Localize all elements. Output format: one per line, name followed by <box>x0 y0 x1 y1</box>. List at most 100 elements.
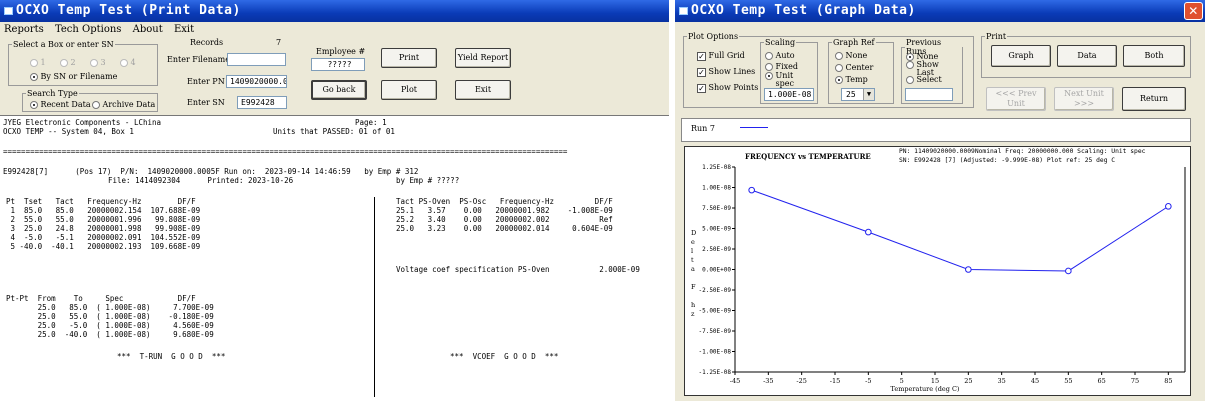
x-tick-label: 45 <box>1031 377 1039 385</box>
report-unit-line: E992428[7] (Pos 17) P/N: 1409020000.0005… <box>3 167 419 176</box>
select-box-legend: Select a Box or enter SN <box>13 40 114 49</box>
voltage-table-header: Tact PS-Oven PS-Osc Frequency-Hz DF/F <box>396 197 613 206</box>
recent-data-radio[interactable]: Recent Data <box>30 100 91 109</box>
show-points-checkbox[interactable]: ✓ Show Points <box>697 83 758 93</box>
menu-tech-options[interactable]: Tech Options <box>55 24 121 35</box>
scaling-legend: Scaling <box>765 38 796 47</box>
y-tick-label: 2.50E-09 <box>702 246 731 253</box>
yield-report-button[interactable]: Yield Report <box>455 48 511 68</box>
print-graph-button[interactable]: Graph <box>991 45 1051 67</box>
data-point <box>865 228 872 236</box>
employee-label: Employee # <box>316 47 366 56</box>
graph-canvas: FREQUENCY vs TEMPERATURE PN: 11409020000… <box>684 146 1191 396</box>
table-row: 25.0 85.0 ( 1.000E-08) 7.700E-09 <box>6 303 214 312</box>
data-point <box>748 186 755 194</box>
full-grid-checkbox[interactable]: ✓ Full Grid <box>697 51 745 61</box>
ptpt-table-header: Pt-Pt From To Spec DF/F <box>6 294 196 303</box>
x-tick-label: 75 <box>1131 377 1139 385</box>
x-tick-label: 25 <box>964 377 972 385</box>
x-tick-label: 5 <box>900 377 904 385</box>
box-slot-3[interactable]: 3 <box>90 58 106 67</box>
y-tick-label: 0.00E+00 <box>702 267 731 274</box>
menu-bar: Reports Tech Options About Exit <box>0 22 669 38</box>
scaling-auto-radio[interactable]: Auto <box>765 51 795 60</box>
report-company-line: JYEG Electronic Components - LChina <box>3 118 162 127</box>
print-window-titlebar[interactable]: OCXO Temp Test (Print Data) <box>0 0 669 22</box>
y-tick-label: 1.00E-08 <box>702 185 731 192</box>
y-tick-label: -7.50E-09 <box>698 328 731 335</box>
graph-ref-none-radio[interactable]: None <box>835 51 867 60</box>
print-both-button[interactable]: Both <box>1123 45 1185 67</box>
y-tick-label: 7.50E-09 <box>702 205 731 212</box>
y-tick-label: -5.00E-09 <box>698 308 731 315</box>
records-value: 7 <box>276 38 282 47</box>
exit-button[interactable]: Exit <box>455 80 511 100</box>
previous-runs-input[interactable] <box>905 88 953 101</box>
table-row: 5 -40.0 -40.1 20000002.193 109.668E-09 <box>6 242 201 251</box>
filename-input[interactable] <box>227 53 286 66</box>
y-tick-label: 5.00E-09 <box>702 226 731 233</box>
sn-input[interactable]: E992428 <box>237 96 287 109</box>
report-rule: ========================================… <box>3 147 568 156</box>
graph-ref-center-radio[interactable]: Center <box>835 63 873 72</box>
report-passed-line: Units that PASSED: 01 of 01 <box>273 127 395 136</box>
run-line-swatch <box>740 127 768 128</box>
chevron-down-icon[interactable]: ▼ <box>863 89 874 100</box>
print-data-window: OCXO Temp Test (Print Data) Reports Tech… <box>0 0 669 401</box>
menu-reports[interactable]: Reports <box>4 24 44 35</box>
return-button[interactable]: Return <box>1122 87 1186 111</box>
plot-options-legend: Plot Options <box>688 32 739 41</box>
y-axis-label-letter: D <box>691 229 696 237</box>
print-data-button[interactable]: Data <box>1057 45 1117 67</box>
go-back-button[interactable]: Go back <box>311 80 367 100</box>
archive-data-radio[interactable]: Archive Data <box>92 100 155 109</box>
box-slot-1[interactable]: 1 <box>30 58 46 67</box>
graph-ref-temp-value: 25 <box>846 90 856 99</box>
graph-window-titlebar[interactable]: OCXO Temp Test (Graph Data) ✕ <box>675 0 1205 22</box>
table-row: 25.1 3.57 0.00 20000001.982 -1.008E-09 <box>396 206 613 215</box>
table-row: 25.0 -5.0 ( 1.000E-08) 4.560E-09 <box>6 321 214 330</box>
enter-pn-label: Enter PN <box>187 77 225 86</box>
report-divider <box>374 197 375 397</box>
run-label: Run 7 <box>691 124 715 133</box>
box-slot-4[interactable]: 4 <box>120 58 136 67</box>
x-tick-label: -45 <box>730 377 740 385</box>
x-tick-label: 85 <box>1164 377 1172 385</box>
print-window-title: OCXO Temp Test (Print Data) <box>16 3 241 18</box>
scaling-value-input[interactable]: 1.000E-08 <box>764 88 814 101</box>
table-row: 25.2 3.40 0.00 20000002.002 Ref <box>396 215 613 224</box>
y-tick-label: -1.25E-08 <box>698 369 731 376</box>
y-axis-label-letter: t <box>691 256 694 264</box>
enter-sn-label: Enter SN <box>187 98 225 107</box>
y-axis-label-letter: h <box>691 301 695 309</box>
x-tick-label: -25 <box>796 377 806 385</box>
frequency-temperature-chart: FREQUENCY vs TEMPERATURE PN: 11409020000… <box>691 148 1186 393</box>
report-file-line: File: 1414092304 Printed: 2023-10-26 <box>108 176 294 185</box>
x-tick-label: -15 <box>830 377 840 385</box>
y-tick-label: 1.25E-08 <box>702 164 731 171</box>
scaling-unit-spec-radio[interactable]: Unit spec <box>765 72 798 88</box>
menu-about[interactable]: About <box>133 24 163 35</box>
box-slot-2[interactable]: 2 <box>60 58 76 67</box>
scaling-fixed-radio[interactable]: Fixed <box>765 62 798 71</box>
print-button[interactable]: Print <box>381 48 437 68</box>
search-type-legend: Search Type <box>27 89 78 98</box>
plot-button[interactable]: Plot <box>381 80 437 100</box>
close-icon[interactable]: ✕ <box>1184 2 1203 20</box>
previous-runs-select-radio[interactable]: Select <box>906 75 942 84</box>
table-row: 25.0 -40.0 ( 1.000E-08) 9.680E-09 <box>6 330 214 339</box>
employee-input[interactable]: ????? <box>311 58 365 71</box>
graph-ref-temp-select[interactable]: 25 ▼ <box>841 88 875 101</box>
next-unit-button[interactable]: Next Unit >>> <box>1054 87 1114 111</box>
report-by-emp2: by Emp # ????? <box>396 176 460 185</box>
menu-exit[interactable]: Exit <box>174 24 194 35</box>
by-sn-radio[interactable]: By SN or Filename <box>30 72 117 81</box>
prev-unit-button[interactable]: <<< Prev Unit <box>986 87 1046 111</box>
x-axis-label: Temperature (deg C) <box>891 385 960 393</box>
pn-input[interactable]: 1409020000.00 <box>226 75 287 88</box>
run-legend: Run 7 <box>681 118 1191 142</box>
graph-ref-temp-radio[interactable]: Temp <box>835 75 868 84</box>
show-lines-checkbox[interactable]: ✓ Show Lines <box>697 67 755 77</box>
report-system-line: OCXO TEMP -- System 04, Box 1 <box>3 127 134 136</box>
enter-filename-label: Enter Filename <box>167 55 230 64</box>
